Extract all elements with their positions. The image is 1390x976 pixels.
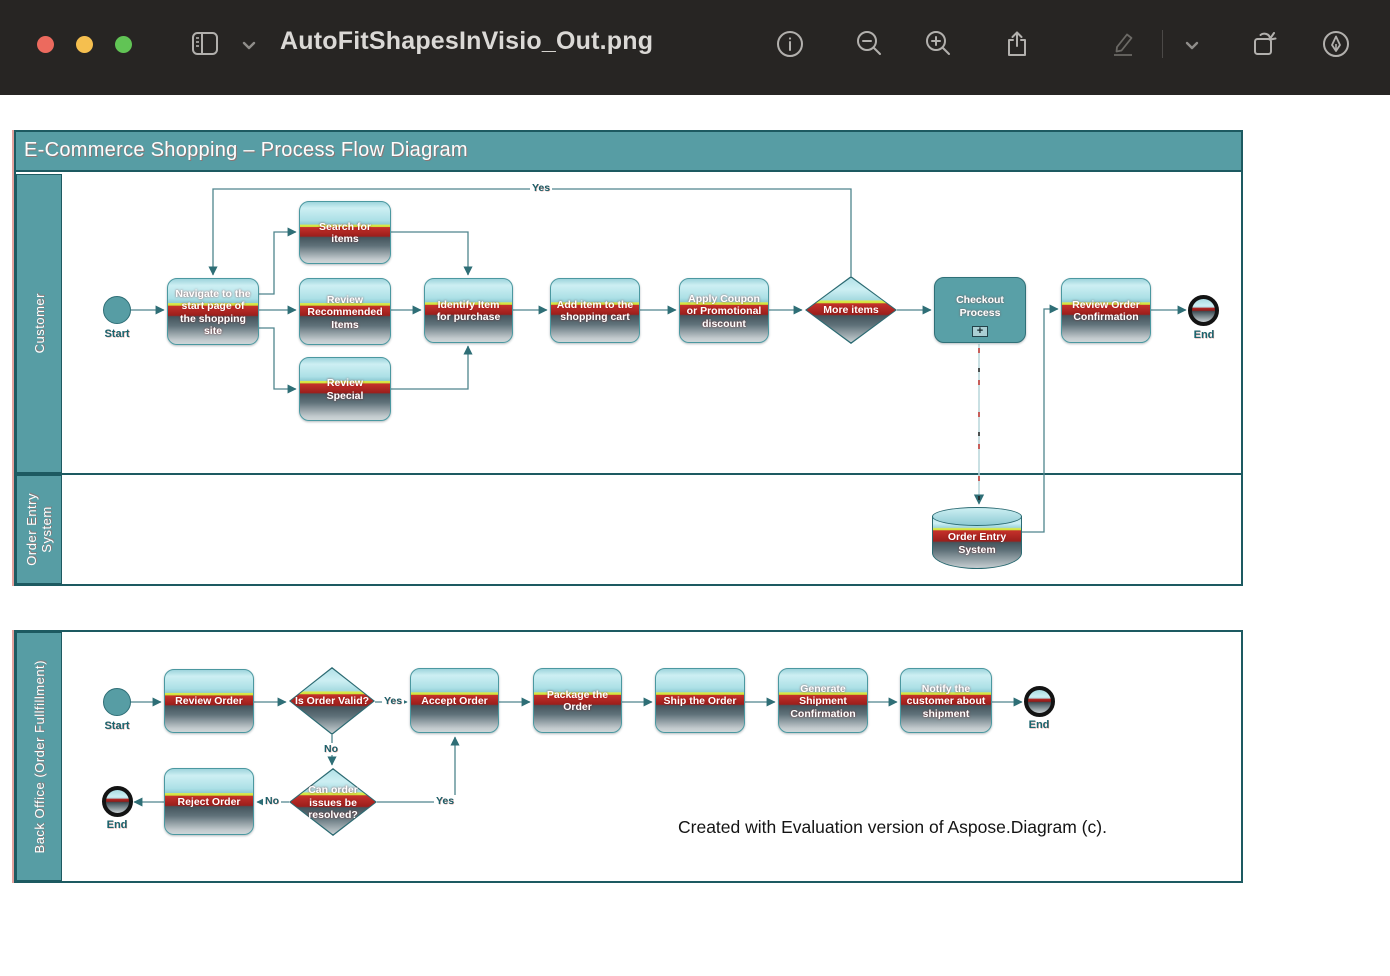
end-event-back-office-left [102, 786, 133, 817]
lane-separator [16, 473, 1241, 475]
task-review-order: Review Order [164, 669, 254, 733]
lane-back-office: Back Office (Order Fullfillment) [16, 632, 62, 881]
end-event-back-office-right [1024, 686, 1055, 717]
edge-label-yes-loop: Yes [530, 182, 552, 194]
datastore-order-entry-system: Order Entry System [932, 507, 1022, 569]
fullscreen-button[interactable] [115, 36, 132, 53]
task-search-items: Search for items [299, 201, 391, 264]
evaluation-watermark: Created with Evaluation version of Aspos… [678, 817, 1107, 838]
start-event-label: Start [82, 328, 152, 340]
titlebar: AutoFitShapesInVisio_Out.png [0, 0, 1390, 95]
document-canvas: E-Commerce Shopping – Process Flow Diagr… [0, 95, 1390, 976]
preview-window: AutoFitShapesInVisio_Out.png [0, 0, 1390, 976]
subprocess-checkout: Checkout Process + [934, 277, 1026, 343]
minimize-button[interactable] [76, 36, 93, 53]
task-package-order: Package the Order [533, 668, 622, 733]
markup-chevron-icon[interactable] [1177, 33, 1207, 63]
task-notify-customer: Notify the customer about shipment [900, 668, 992, 733]
diagram-title-band: E-Commerce Shopping – Process Flow Diagr… [16, 132, 1241, 172]
task-accept-order: Accept Order [410, 668, 499, 733]
connectors-diagram1 [16, 132, 1241, 584]
task-apply-coupon: Apply Coupon or Promotional discount [679, 278, 769, 343]
task-ship-order: Ship the Order [655, 668, 745, 733]
sidebar-chevron-icon[interactable] [234, 33, 264, 63]
gateway-more-items: More items [805, 276, 897, 344]
edge-label-valid-no: No [322, 743, 340, 755]
task-navigate-start-page: Navigate to the start page of the shoppi… [167, 278, 259, 345]
process-diagram-top: E-Commerce Shopping – Process Flow Diagr… [14, 130, 1243, 586]
gateway-is-order-valid: Is Order Valid? [289, 667, 375, 735]
end-event-customer [1188, 295, 1219, 326]
info-icon[interactable] [775, 29, 805, 59]
end-event-back-office-left-label: End [82, 819, 152, 831]
lane-customer: Customer [16, 174, 62, 473]
window-title: AutoFitShapesInVisio_Out.png [280, 27, 653, 56]
close-button[interactable] [37, 36, 54, 53]
start-event-customer [103, 296, 131, 324]
subprocess-plus-marker: + [972, 326, 988, 337]
toolbar-divider [1162, 30, 1163, 58]
zoom-in-icon[interactable] [923, 29, 953, 59]
start-event-back-office-label: Start [82, 720, 152, 732]
edge-label-resolve-no: No [263, 795, 281, 807]
edge-label-valid-yes: Yes [382, 695, 404, 707]
task-review-special: Review Special [299, 357, 391, 421]
annotate-pen-icon[interactable] [1321, 29, 1351, 59]
gateway-can-issues-be-resolved: Can order issues be resolved? [289, 768, 377, 836]
rotate-icon[interactable] [1250, 29, 1280, 59]
start-event-back-office [103, 688, 131, 716]
diagram-title: E-Commerce Shopping – Process Flow Diagr… [24, 139, 468, 162]
share-icon[interactable] [1002, 29, 1032, 59]
markup-pencil-icon[interactable] [1107, 29, 1137, 59]
zoom-out-icon[interactable] [854, 29, 884, 59]
task-generate-shipment-confirmation: Generate Shipment Confirmation [778, 668, 868, 733]
task-review-recommended: Review Recommended Items [299, 278, 391, 345]
task-add-item-cart: Add item to the shopping cart [550, 278, 640, 343]
task-identify-item: Identify Item for purchase [424, 278, 513, 343]
sidebar-toggle-icon[interactable] [190, 29, 220, 59]
lane-order-entry-system: Order Entry System [16, 475, 62, 584]
process-diagram-bottom: Back Office (Order Fullfillment) [14, 630, 1243, 883]
edge-label-resolve-yes: Yes [434, 795, 456, 807]
task-reject-order: Reject Order [164, 768, 254, 835]
end-event-label: End [1169, 329, 1239, 341]
end-event-back-office-right-label: End [1004, 719, 1074, 731]
task-review-order-confirmation: Review Order Confirmation [1061, 278, 1151, 343]
